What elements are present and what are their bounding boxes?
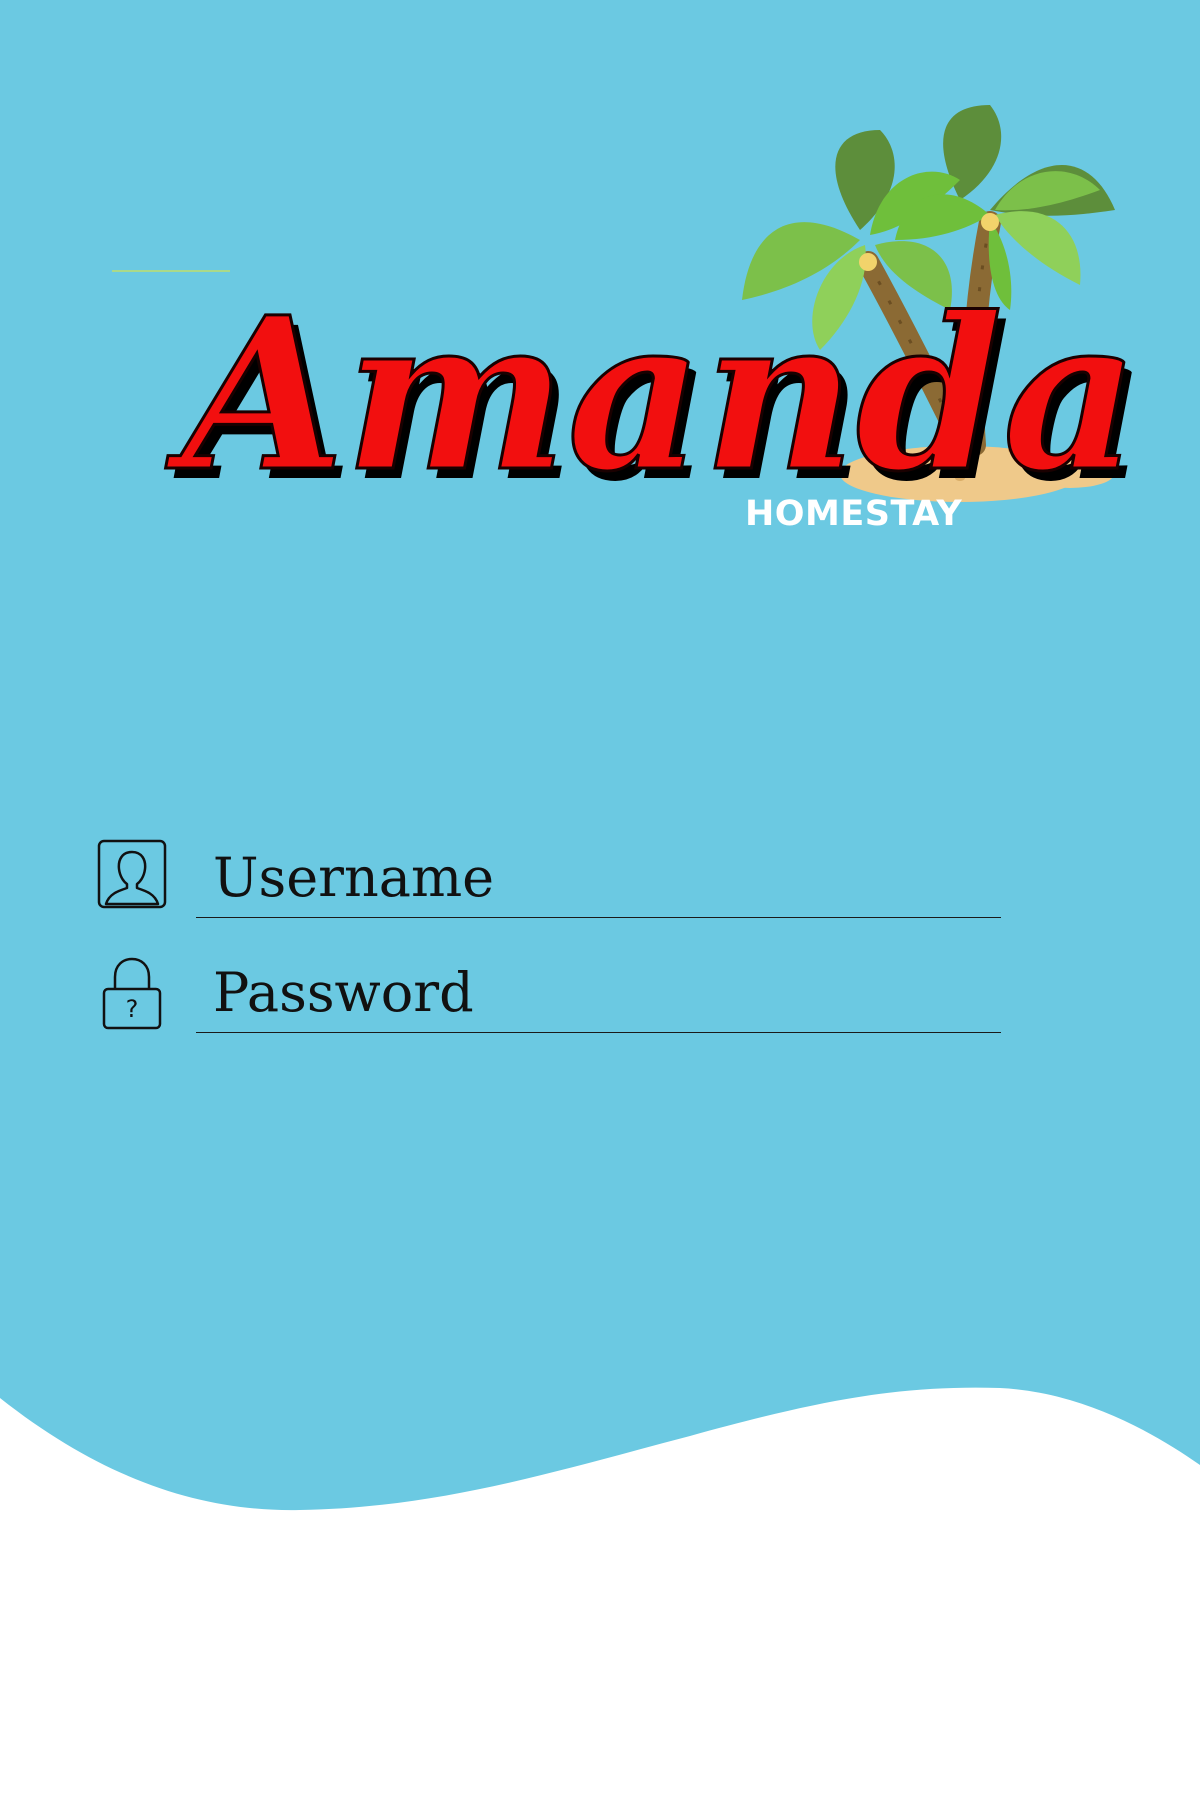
brand-name: Amanda bbox=[165, 271, 1139, 518]
username-field-group bbox=[96, 838, 1006, 938]
password-field-group: ? bbox=[96, 953, 1006, 1057]
password-input[interactable] bbox=[196, 953, 1001, 1033]
brand-logo: Amanda Amanda bbox=[112, 105, 1147, 528]
svg-text:?: ? bbox=[126, 995, 139, 1023]
padlock-icon: ? bbox=[102, 957, 162, 1030]
user-icon bbox=[97, 839, 167, 909]
username-input[interactable] bbox=[196, 838, 1001, 918]
brand-subtitle: HOMESTAY bbox=[745, 494, 963, 534]
